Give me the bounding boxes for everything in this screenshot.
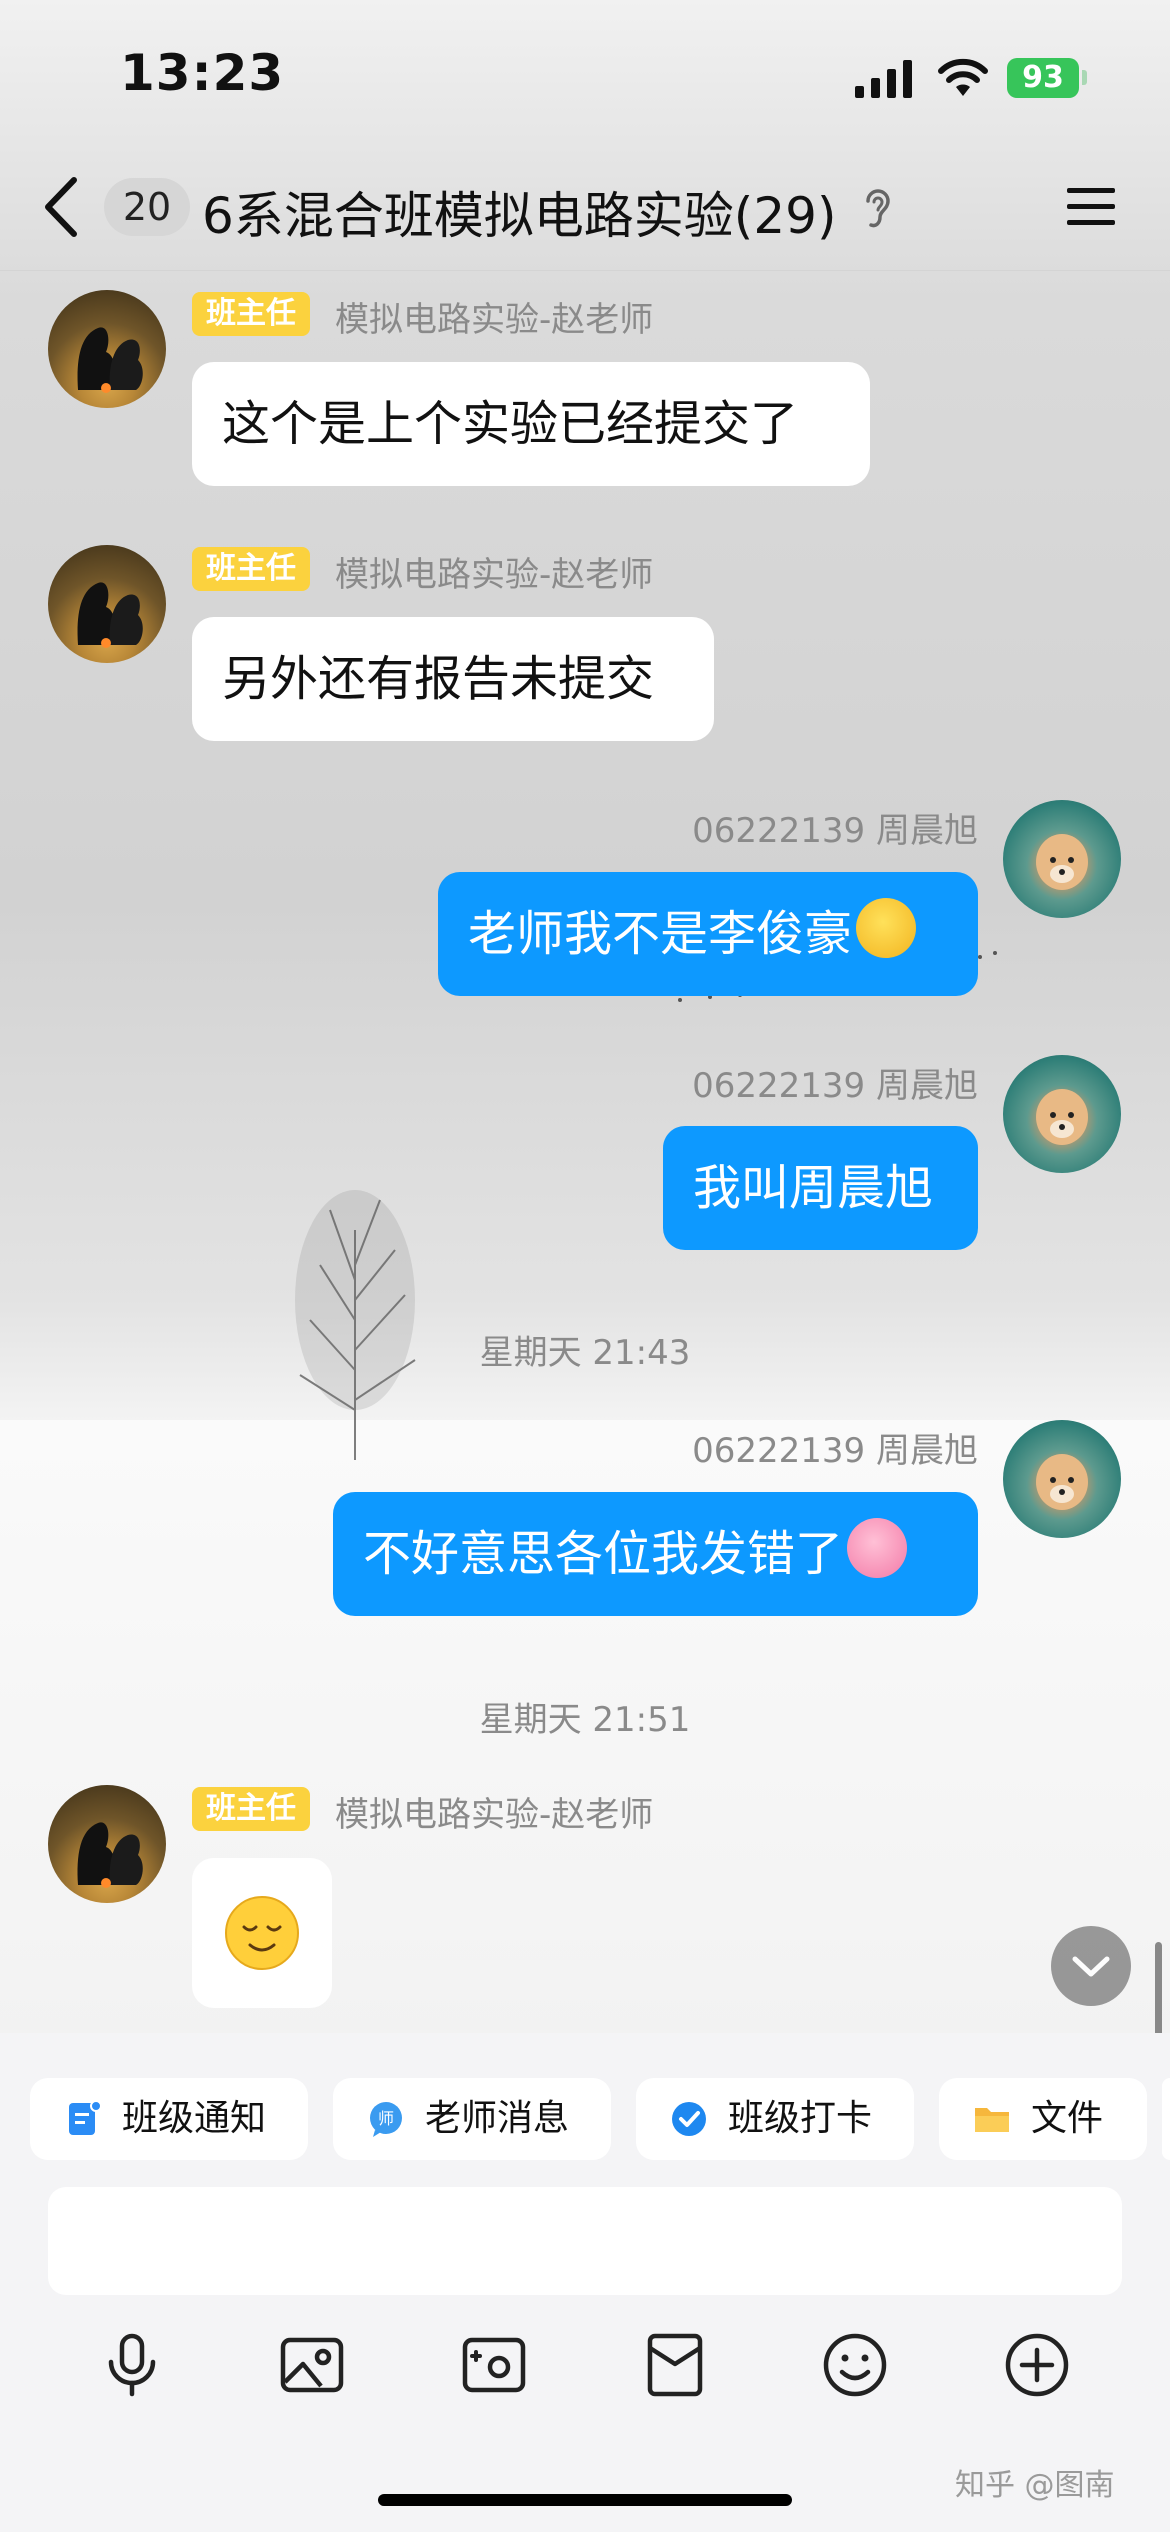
role-tag: 班主任 <box>192 1787 310 1831</box>
plus-icon[interactable] <box>1002 2330 1072 2400</box>
role-tag: 班主任 <box>192 547 310 591</box>
avatar[interactable] <box>1003 800 1121 918</box>
sender-name: 06222139 周晨旭 <box>692 1066 978 1106</box>
penguin-avatar-image <box>77 1822 143 1888</box>
laughing-emoji-icon <box>856 898 917 958</box>
quick-action-files[interactable]: 文件 <box>939 2078 1147 2160</box>
status-time: 13:23 <box>120 44 285 102</box>
quick-action-label: 文件 <box>1031 2098 1104 2139</box>
message-input[interactable] <box>48 2187 1122 2295</box>
awkward-emoji-icon <box>847 1518 908 1578</box>
sender-name: 模拟电路实验-赵老师 <box>335 555 654 595</box>
menu-icon[interactable] <box>1065 184 1117 230</box>
avatar[interactable] <box>1003 1055 1121 1173</box>
quick-action-label: 班级打卡 <box>728 2098 873 2139</box>
avatar[interactable] <box>48 545 166 663</box>
sender-name: 06222139 周晨旭 <box>692 811 978 851</box>
unread-count-badge[interactable]: 20 <box>104 178 190 236</box>
teacher-message-icon: 师 <box>370 2102 402 2137</box>
avatar[interactable] <box>1003 1420 1121 1538</box>
dog-avatar-image <box>1036 1089 1088 1145</box>
quick-action-class-checkin[interactable]: 班级打卡 <box>636 2078 914 2160</box>
dog-avatar-image <box>1036 1454 1088 1510</box>
image-icon[interactable] <box>277 2330 347 2400</box>
message-text: 老师我不是李俊豪 <box>468 906 853 962</box>
ear-icon[interactable] <box>860 185 896 231</box>
message-text: 不好意思各位我发错了 <box>363 1526 844 1582</box>
avatar[interactable] <box>48 290 166 408</box>
tree-scenery <box>295 1190 416 1460</box>
avatar[interactable] <box>48 1785 166 1903</box>
dog-avatar-image <box>1036 834 1088 890</box>
timestamp: 星期天 21:51 <box>479 1700 691 1740</box>
sender-name: 06222139 周晨旭 <box>692 1431 978 1471</box>
quick-action-class-notice[interactable]: 班级通知 <box>30 2078 308 2160</box>
watermark: 知乎 @图南 <box>955 2468 1115 2503</box>
folder-icon <box>975 2108 1009 2132</box>
wifi-icon <box>938 58 988 96</box>
quick-action-label: 老师消息 <box>425 2098 570 2139</box>
penguin-avatar-image <box>77 582 143 648</box>
message-bubble[interactable]: 我叫周晨旭 <box>663 1126 978 1250</box>
message-bubble[interactable]: 不好意思各位我发错了 <box>333 1492 978 1616</box>
quick-action-overflow <box>1162 2078 1170 2160</box>
back-button[interactable] <box>36 172 88 242</box>
header-divider <box>0 270 1170 271</box>
checkin-icon <box>672 2102 706 2136</box>
signal-icon <box>855 60 912 98</box>
page-title[interactable]: 6系混合班模拟电路实验(29) <box>202 176 836 248</box>
message-bubble[interactable]: 老师我不是李俊豪 <box>438 872 978 996</box>
svg-text:师: 师 <box>378 2109 394 2128</box>
camera-icon[interactable] <box>459 2330 529 2400</box>
home-indicator[interactable] <box>378 2494 792 2506</box>
sender-name: 模拟电路实验-赵老师 <box>335 1795 654 1835</box>
timestamp: 星期天 21:43 <box>479 1333 691 1373</box>
microphone-icon[interactable] <box>97 2330 167 2400</box>
quick-action-teacher-message[interactable]: 师 老师消息 <box>333 2078 611 2160</box>
smile-emoji-icon <box>225 1896 299 1970</box>
red-packet-icon[interactable] <box>640 2330 710 2400</box>
quick-action-label: 班级通知 <box>122 2098 267 2139</box>
message-bubble[interactable]: 这个是上个实验已经提交了 <box>192 362 870 486</box>
message-bubble[interactable] <box>192 1858 332 2008</box>
message-bubble[interactable]: 另外还有报告未提交 <box>192 617 714 741</box>
battery-cap <box>1082 70 1087 85</box>
chevron-down-icon <box>1072 1956 1110 1977</box>
sender-name: 模拟电路实验-赵老师 <box>335 300 654 340</box>
notice-icon <box>69 2100 102 2135</box>
penguin-avatar-image <box>77 327 143 393</box>
emoji-icon[interactable] <box>820 2330 890 2400</box>
scroll-to-bottom-button[interactable] <box>1051 1926 1131 2006</box>
role-tag: 班主任 <box>192 292 310 336</box>
battery-indicator: 93 <box>1007 58 1079 98</box>
